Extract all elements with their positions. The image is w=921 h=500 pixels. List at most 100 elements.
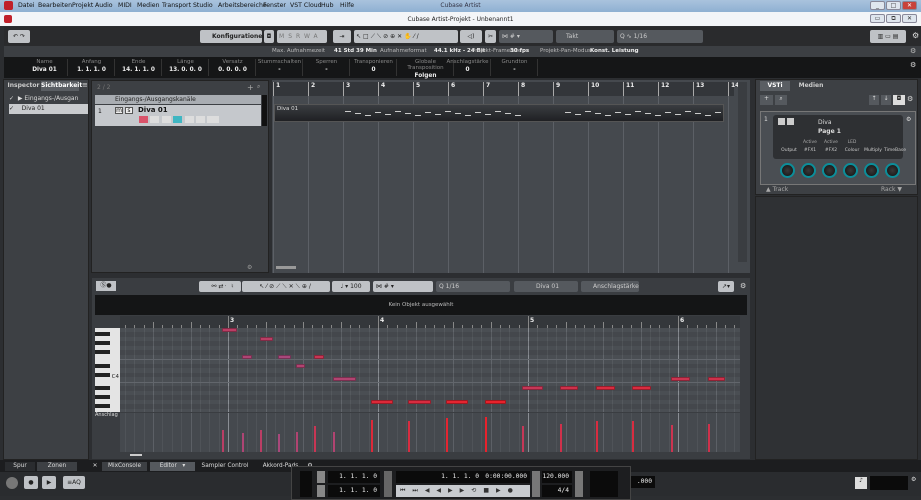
controller-lane-dropdown[interactable]: Anschlagstärke: [581, 281, 639, 292]
midi-note[interactable]: [241, 354, 252, 359]
note-grid[interactable]: [120, 328, 740, 412]
gear-icon[interactable]: ⚙: [740, 282, 746, 290]
midi-note[interactable]: [631, 386, 651, 390]
visibility-item[interactable]: ✓ ▶ Eingangs-/Ausgan: [9, 94, 88, 104]
tab-sichtbarkeit[interactable]: Sichtbarkeit: [41, 81, 82, 91]
left-locator-button[interactable]: [317, 471, 325, 483]
track-diva[interactable]: 1 m s Diva 01: [95, 105, 261, 126]
chord-tool[interactable]: ♮: [226, 281, 239, 292]
velocity-bar[interactable]: [408, 421, 410, 452]
read-button[interactable]: [162, 116, 171, 123]
velocity-bar[interactable]: [522, 426, 524, 452]
info-field-5[interactable]: Stummschalten -: [257, 59, 303, 76]
quantize-dropdown[interactable]: Q 1/16: [436, 281, 510, 292]
record-mode-icon[interactable]: [6, 477, 18, 489]
add-instrument-button[interactable]: +: [760, 95, 773, 105]
primary-time-display[interactable]: 1. 1. 1. 0: [396, 471, 482, 483]
black-key[interactable]: [95, 363, 110, 368]
tab-zonen[interactable]: Zonen: [37, 462, 77, 471]
arrow-up-icon[interactable]: ↑: [869, 95, 879, 105]
knob-2[interactable]: [822, 163, 837, 178]
editor-ruler[interactable]: 3 4 5 6: [120, 316, 740, 328]
midi-note[interactable]: [484, 399, 506, 404]
black-key[interactable]: [95, 341, 110, 345]
snap-type-dropdown[interactable]: ⋈ # ▾: [499, 30, 553, 43]
knob-1[interactable]: [801, 163, 816, 178]
doc-close-button[interactable]: ✕: [902, 14, 917, 23]
arrow-down-icon[interactable]: ↓: [881, 95, 891, 105]
infoline-gear-icon[interactable]: ⚙: [910, 61, 916, 69]
velocity-lane[interactable]: [120, 413, 740, 452]
velocity-bar[interactable]: [445, 418, 448, 452]
info-field-10[interactable]: Grundton -: [492, 59, 538, 76]
velocity-bar[interactable]: [295, 432, 298, 452]
info-field-3[interactable]: Länge 13. 0. 0. 0: [163, 59, 209, 76]
piano-keyboard[interactable]: C4: [95, 328, 120, 412]
edit-instrument-button[interactable]: [173, 116, 182, 123]
velocity-bar[interactable]: [670, 424, 673, 452]
velocity-bar[interactable]: [484, 416, 487, 452]
search-icon[interactable]: ⌕: [775, 95, 787, 105]
midi-note[interactable]: [295, 363, 305, 368]
play-mode-button[interactable]: ▶: [42, 476, 56, 489]
undo-redo-button[interactable]: ↶ ↷: [8, 30, 30, 43]
midi-note[interactable]: [277, 354, 291, 359]
velocity-bar[interactable]: [559, 423, 562, 452]
info-field-0[interactable]: Name Diva 01: [22, 59, 68, 76]
gear-icon[interactable]: ⚙: [907, 95, 913, 103]
tab-vsti[interactable]: VSTi: [760, 81, 790, 91]
zoom-controls[interactable]: ⚙: [247, 264, 252, 271]
mute-button[interactable]: m: [115, 107, 123, 114]
midi-note[interactable]: [408, 399, 431, 404]
vertical-scrollbar[interactable]: [738, 82, 747, 262]
midi-note[interactable]: [445, 399, 468, 404]
midi-note[interactable]: [313, 354, 324, 359]
black-key[interactable]: [95, 404, 110, 408]
maximize-button[interactable]: □: [886, 1, 901, 10]
record-button[interactable]: [139, 116, 148, 123]
doc-restore-button[interactable]: ⧉: [886, 14, 901, 23]
right-locator-button[interactable]: [317, 485, 325, 497]
layout-buttons[interactable]: ▥ ▭ ▤: [870, 30, 906, 43]
knob-0[interactable]: [780, 163, 795, 178]
tab-editor[interactable]: Editor ▾: [150, 462, 195, 471]
doc-minimize-button[interactable]: ▭: [870, 14, 885, 23]
velocity-bar[interactable]: [222, 429, 224, 452]
tab-spur[interactable]: Spur: [5, 462, 35, 471]
configurations-dropdown[interactable]: Konfigurationen ▾: [200, 30, 267, 53]
editor-vertical-scrollbar[interactable]: [742, 328, 748, 450]
audio-tools[interactable]: ◁): [460, 30, 482, 43]
track-toggle[interactable]: ▲ Track: [766, 186, 788, 193]
left-locator-display[interactable]: 1. 1. 1. 0: [328, 471, 380, 483]
metronome-button[interactable]: ♪: [855, 477, 867, 489]
folder-track[interactable]: Eingangs-/Ausgangskanäle: [95, 95, 261, 104]
velocity-bar[interactable]: [313, 425, 316, 452]
snap-controls[interactable]: ⋈ # ▾: [373, 281, 433, 292]
close-button[interactable]: ✕: [902, 1, 917, 10]
secondary-time-display[interactable]: 0:00:00.000: [482, 471, 530, 483]
status-gear-icon[interactable]: ⚙: [910, 46, 916, 57]
grid-type-dropdown[interactable]: Takt: [556, 30, 614, 43]
autoscroll-button[interactable]: ⇥: [333, 30, 351, 43]
visibility-item[interactable]: ✓ Diva 01: [9, 104, 88, 114]
tab-mixconsole[interactable]: MixConsole: [102, 462, 147, 471]
black-key[interactable]: [95, 395, 110, 399]
velocity-bar[interactable]: [631, 421, 634, 452]
info-field-7[interactable]: Transponieren 0: [351, 59, 397, 76]
midi-note[interactable]: [222, 328, 237, 332]
editor-horizontal-scrollbar[interactable]: [130, 454, 142, 456]
menu-icon[interactable]: ≡: [82, 81, 88, 89]
horizontal-scrollbar[interactable]: [276, 266, 296, 269]
midi-note[interactable]: [670, 377, 690, 381]
velocity-bar[interactable]: [708, 423, 710, 452]
midi-note[interactable]: [333, 377, 356, 381]
knob-3[interactable]: [843, 163, 858, 178]
close-tab-icon[interactable]: ✕: [91, 462, 99, 471]
tempo-display[interactable]: 120.000: [542, 471, 572, 483]
solo-button[interactable]: s: [125, 107, 133, 114]
track-scrollbar[interactable]: [262, 95, 267, 126]
search-icon[interactable]: ⌕: [257, 83, 260, 91]
knob-5[interactable]: [885, 163, 900, 178]
snap-toggle[interactable]: ✂: [485, 30, 496, 43]
tool-buttons[interactable]: ↖□⟋⟍⊘⊕✕✋⁄/: [354, 30, 458, 43]
